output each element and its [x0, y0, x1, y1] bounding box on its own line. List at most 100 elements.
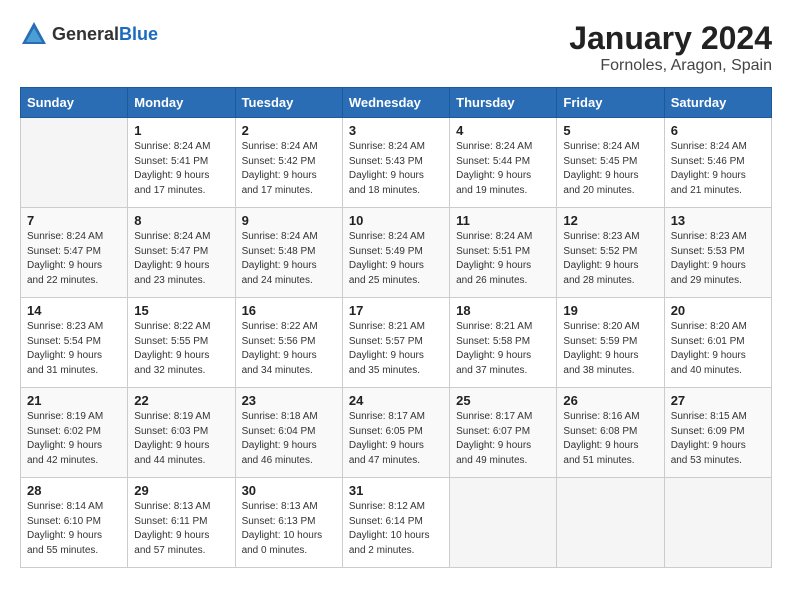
- day-number: 11: [456, 213, 550, 228]
- day-number: 22: [134, 393, 228, 408]
- header-day-thursday: Thursday: [450, 88, 557, 118]
- day-info: Sunrise: 8:24 AMSunset: 5:43 PMDaylight:…: [349, 140, 443, 198]
- calendar-cell: 27 Sunrise: 8:15 AMSunset: 6:09 PMDayligh…: [664, 388, 771, 478]
- calendar-cell: 31 Sunrise: 8:12 AMSunset: 6:14 PMDayligh…: [342, 478, 449, 568]
- day-number: 31: [349, 483, 443, 498]
- day-number: 6: [671, 123, 765, 138]
- day-info: Sunrise: 8:18 AMSunset: 6:04 PMDaylight:…: [242, 410, 336, 468]
- day-info: Sunrise: 8:21 AMSunset: 5:58 PMDaylight:…: [456, 320, 550, 378]
- day-number: 18: [456, 303, 550, 318]
- day-info: Sunrise: 8:23 AMSunset: 5:54 PMDaylight:…: [27, 320, 121, 378]
- day-info: Sunrise: 8:24 AMSunset: 5:47 PMDaylight:…: [27, 230, 121, 288]
- day-info: Sunrise: 8:24 AMSunset: 5:41 PMDaylight:…: [134, 140, 228, 198]
- week-row-3: 14 Sunrise: 8:23 AMSunset: 5:54 PMDayligh…: [21, 298, 772, 388]
- calendar-cell: 13Sunrise: 8:23 AMSunset: 5:53 PMDayligh…: [664, 208, 771, 298]
- logo: GeneralBlue: [20, 20, 158, 48]
- calendar-cell: 1Sunrise: 8:24 AMSunset: 5:41 PMDaylight…: [128, 118, 235, 208]
- calendar-cell: 28 Sunrise: 8:14 AMSunset: 6:10 PMDayligh…: [21, 478, 128, 568]
- day-number: 25: [456, 393, 550, 408]
- logo-icon: [20, 20, 48, 48]
- day-info: Sunrise: 8:14 AMSunset: 6:10 PMDaylight:…: [27, 500, 121, 558]
- header-day-tuesday: Tuesday: [235, 88, 342, 118]
- calendar-cell: 4 Sunrise: 8:24 AMSunset: 5:44 PMDaylight…: [450, 118, 557, 208]
- day-info: Sunrise: 8:24 AMSunset: 5:42 PMDaylight:…: [242, 140, 336, 198]
- calendar-cell: 8 Sunrise: 8:24 AMSunset: 5:47 PMDaylight…: [128, 208, 235, 298]
- calendar-cell: 7Sunrise: 8:24 AMSunset: 5:47 PMDaylight…: [21, 208, 128, 298]
- day-number: 17: [349, 303, 443, 318]
- week-row-4: 21 Sunrise: 8:19 AMSunset: 6:02 PMDayligh…: [21, 388, 772, 478]
- day-number: 28: [27, 483, 121, 498]
- day-info: Sunrise: 8:12 AMSunset: 6:14 PMDaylight:…: [349, 500, 443, 558]
- logo-blue: Blue: [119, 24, 158, 44]
- calendar-cell: 24 Sunrise: 8:17 AMSunset: 6:05 PMDayligh…: [342, 388, 449, 478]
- day-info: Sunrise: 8:20 AMSunset: 6:01 PMDaylight:…: [671, 320, 765, 378]
- day-number: 14: [27, 303, 121, 318]
- day-number: 10: [349, 213, 443, 228]
- day-info: Sunrise: 8:24 AMSunset: 5:44 PMDaylight:…: [456, 140, 550, 198]
- header-day-sunday: Sunday: [21, 88, 128, 118]
- page-header: GeneralBlue January 2024 Fornoles, Arago…: [20, 20, 772, 75]
- calendar-cell: [450, 478, 557, 568]
- day-info: Sunrise: 8:24 AMSunset: 5:47 PMDaylight:…: [134, 230, 228, 288]
- day-info: Sunrise: 8:15 AMSunset: 6:09 PMDaylight:…: [671, 410, 765, 468]
- calendar-cell: 19Sunrise: 8:20 AMSunset: 5:59 PMDayligh…: [557, 298, 664, 388]
- calendar-cell: 10 Sunrise: 8:24 AMSunset: 5:49 PMDayligh…: [342, 208, 449, 298]
- day-info: Sunrise: 8:22 AMSunset: 5:55 PMDaylight:…: [134, 320, 228, 378]
- day-number: 19: [563, 303, 657, 318]
- month-title: January 2024: [569, 20, 772, 57]
- calendar-cell: [557, 478, 664, 568]
- day-info: Sunrise: 8:17 AMSunset: 6:05 PMDaylight:…: [349, 410, 443, 468]
- calendar-cell: [664, 478, 771, 568]
- day-number: 27: [671, 393, 765, 408]
- calendar-cell: 12 Sunrise: 8:23 AMSunset: 5:52 PMDayligh…: [557, 208, 664, 298]
- day-info: Sunrise: 8:13 AMSunset: 6:11 PMDaylight:…: [134, 500, 228, 558]
- location-title: Fornoles, Aragon, Spain: [569, 57, 772, 75]
- calendar-cell: 22 Sunrise: 8:19 AMSunset: 6:03 PMDayligh…: [128, 388, 235, 478]
- calendar-cell: 5Sunrise: 8:24 AMSunset: 5:45 PMDaylight…: [557, 118, 664, 208]
- day-info: Sunrise: 8:19 AMSunset: 6:03 PMDaylight:…: [134, 410, 228, 468]
- calendar-cell: 16 Sunrise: 8:22 AMSunset: 5:56 PMDayligh…: [235, 298, 342, 388]
- day-info: Sunrise: 8:23 AMSunset: 5:52 PMDaylight:…: [563, 230, 657, 288]
- day-number: 29: [134, 483, 228, 498]
- day-number: 4: [456, 123, 550, 138]
- day-info: Sunrise: 8:22 AMSunset: 5:56 PMDaylight:…: [242, 320, 336, 378]
- header-day-saturday: Saturday: [664, 88, 771, 118]
- calendar-cell: 23 Sunrise: 8:18 AMSunset: 6:04 PMDayligh…: [235, 388, 342, 478]
- calendar-cell: 18 Sunrise: 8:21 AMSunset: 5:58 PMDayligh…: [450, 298, 557, 388]
- calendar-cell: 15 Sunrise: 8:22 AMSunset: 5:55 PMDayligh…: [128, 298, 235, 388]
- day-info: Sunrise: 8:24 AMSunset: 5:49 PMDaylight:…: [349, 230, 443, 288]
- day-number: 12: [563, 213, 657, 228]
- calendar-cell: 3 Sunrise: 8:24 AMSunset: 5:43 PMDaylight…: [342, 118, 449, 208]
- title-area: January 2024 Fornoles, Aragon, Spain: [569, 20, 772, 75]
- header-day-friday: Friday: [557, 88, 664, 118]
- logo-text: GeneralBlue: [52, 24, 158, 45]
- day-number: 3: [349, 123, 443, 138]
- day-number: 16: [242, 303, 336, 318]
- calendar-cell: 14 Sunrise: 8:23 AMSunset: 5:54 PMDayligh…: [21, 298, 128, 388]
- calendar-cell: 11 Sunrise: 8:24 AMSunset: 5:51 PMDayligh…: [450, 208, 557, 298]
- day-info: Sunrise: 8:19 AMSunset: 6:02 PMDaylight:…: [27, 410, 121, 468]
- calendar-cell: 26 Sunrise: 8:16 AMSunset: 6:08 PMDayligh…: [557, 388, 664, 478]
- day-info: Sunrise: 8:24 AMSunset: 5:46 PMDaylight:…: [671, 140, 765, 198]
- calendar-table: SundayMondayTuesdayWednesdayThursdayFrid…: [20, 87, 772, 568]
- calendar-cell: 21 Sunrise: 8:19 AMSunset: 6:02 PMDayligh…: [21, 388, 128, 478]
- day-number: 5: [563, 123, 657, 138]
- week-row-1: 1Sunrise: 8:24 AMSunset: 5:41 PMDaylight…: [21, 118, 772, 208]
- day-number: 30: [242, 483, 336, 498]
- day-number: 13: [671, 213, 765, 228]
- day-number: 24: [349, 393, 443, 408]
- day-number: 21: [27, 393, 121, 408]
- calendar-cell: [21, 118, 128, 208]
- day-number: 23: [242, 393, 336, 408]
- day-number: 26: [563, 393, 657, 408]
- calendar-cell: 25Sunrise: 8:17 AMSunset: 6:07 PMDayligh…: [450, 388, 557, 478]
- day-info: Sunrise: 8:16 AMSunset: 6:08 PMDaylight:…: [563, 410, 657, 468]
- day-info: Sunrise: 8:13 AMSunset: 6:13 PMDaylight:…: [242, 500, 336, 558]
- calendar-header: SundayMondayTuesdayWednesdayThursdayFrid…: [21, 88, 772, 118]
- day-number: 15: [134, 303, 228, 318]
- header-row: SundayMondayTuesdayWednesdayThursdayFrid…: [21, 88, 772, 118]
- calendar-cell: 20Sunrise: 8:20 AMSunset: 6:01 PMDayligh…: [664, 298, 771, 388]
- day-number: 8: [134, 213, 228, 228]
- logo-general: General: [52, 24, 119, 44]
- day-info: Sunrise: 8:24 AMSunset: 5:51 PMDaylight:…: [456, 230, 550, 288]
